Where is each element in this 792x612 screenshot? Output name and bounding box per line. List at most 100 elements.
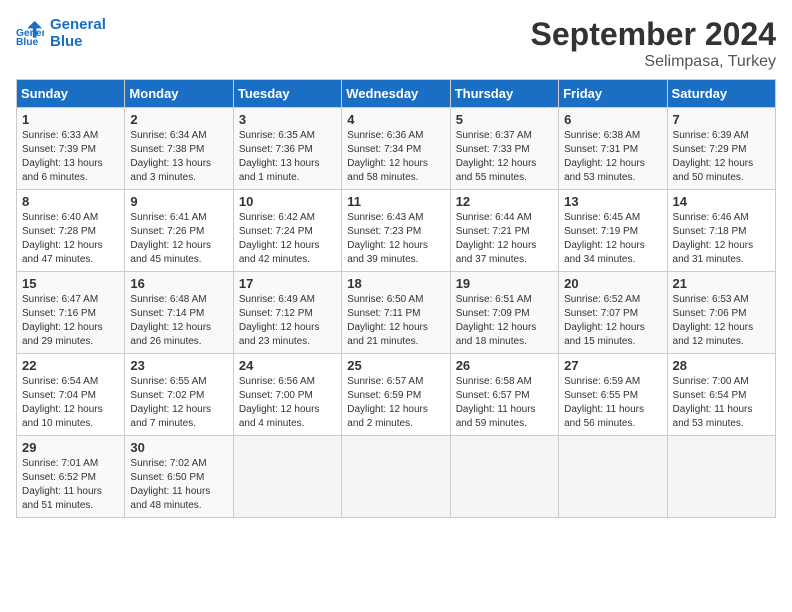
logo: General Blue General Blue [16,16,106,51]
calendar-cell: 22 Sunrise: 6:54 AM Sunset: 7:04 PM Dayl… [17,354,125,436]
calendar-cell: 2 Sunrise: 6:34 AM Sunset: 7:38 PM Dayli… [125,108,233,190]
day-info: Sunrise: 6:58 AM Sunset: 6:57 PM Dayligh… [456,375,553,431]
day-number: 25 [347,358,444,373]
day-info: Sunrise: 6:37 AM Sunset: 7:33 PM Dayligh… [456,129,553,185]
calendar-cell: 20 Sunrise: 6:52 AM Sunset: 7:07 PM Dayl… [559,272,667,354]
day-info: Sunrise: 6:33 AM Sunset: 7:39 PM Dayligh… [22,129,119,185]
day-info: Sunrise: 6:36 AM Sunset: 7:34 PM Dayligh… [347,129,444,185]
day-info: Sunrise: 7:02 AM Sunset: 6:50 PM Dayligh… [130,457,227,513]
calendar-cell: 15 Sunrise: 6:47 AM Sunset: 7:16 PM Dayl… [17,272,125,354]
day-number: 22 [22,358,119,373]
day-info: Sunrise: 6:50 AM Sunset: 7:11 PM Dayligh… [347,293,444,349]
calendar-cell: 27 Sunrise: 6:59 AM Sunset: 6:55 PM Dayl… [559,354,667,436]
day-number: 29 [22,440,119,455]
day-number: 2 [130,112,227,127]
day-info: Sunrise: 6:41 AM Sunset: 7:26 PM Dayligh… [130,211,227,267]
day-number: 9 [130,194,227,209]
calendar-cell: 21 Sunrise: 6:53 AM Sunset: 7:06 PM Dayl… [667,272,775,354]
day-number: 23 [130,358,227,373]
day-info: Sunrise: 6:40 AM Sunset: 7:28 PM Dayligh… [22,211,119,267]
day-info: Sunrise: 6:38 AM Sunset: 7:31 PM Dayligh… [564,129,661,185]
weekday-friday: Friday [559,80,667,108]
day-info: Sunrise: 6:44 AM Sunset: 7:21 PM Dayligh… [456,211,553,267]
calendar-cell [233,436,341,518]
calendar-cell: 29 Sunrise: 7:01 AM Sunset: 6:52 PM Dayl… [17,436,125,518]
day-info: Sunrise: 6:51 AM Sunset: 7:09 PM Dayligh… [456,293,553,349]
day-number: 19 [456,276,553,291]
calendar-cell: 4 Sunrise: 6:36 AM Sunset: 7:34 PM Dayli… [342,108,450,190]
calendar-cell: 14 Sunrise: 6:46 AM Sunset: 7:18 PM Dayl… [667,190,775,272]
calendar-cell: 10 Sunrise: 6:42 AM Sunset: 7:24 PM Dayl… [233,190,341,272]
day-info: Sunrise: 7:01 AM Sunset: 6:52 PM Dayligh… [22,457,119,513]
calendar-table: SundayMondayTuesdayWednesdayThursdayFrid… [16,79,776,518]
day-number: 18 [347,276,444,291]
day-number: 17 [239,276,336,291]
weekday-header-row: SundayMondayTuesdayWednesdayThursdayFrid… [17,80,776,108]
day-number: 7 [673,112,770,127]
day-info: Sunrise: 6:59 AM Sunset: 6:55 PM Dayligh… [564,375,661,431]
day-number: 10 [239,194,336,209]
day-number: 3 [239,112,336,127]
day-number: 8 [22,194,119,209]
calendar-cell: 26 Sunrise: 6:58 AM Sunset: 6:57 PM Dayl… [450,354,558,436]
calendar-cell: 17 Sunrise: 6:49 AM Sunset: 7:12 PM Dayl… [233,272,341,354]
calendar-cell: 30 Sunrise: 7:02 AM Sunset: 6:50 PM Dayl… [125,436,233,518]
calendar-cell: 9 Sunrise: 6:41 AM Sunset: 7:26 PM Dayli… [125,190,233,272]
weekday-saturday: Saturday [667,80,775,108]
calendar-cell: 24 Sunrise: 6:56 AM Sunset: 7:00 PM Dayl… [233,354,341,436]
day-info: Sunrise: 6:54 AM Sunset: 7:04 PM Dayligh… [22,375,119,431]
day-info: Sunrise: 6:55 AM Sunset: 7:02 PM Dayligh… [130,375,227,431]
calendar-cell: 19 Sunrise: 6:51 AM Sunset: 7:09 PM Dayl… [450,272,558,354]
calendar-cell: 25 Sunrise: 6:57 AM Sunset: 6:59 PM Dayl… [342,354,450,436]
calendar-cell: 16 Sunrise: 6:48 AM Sunset: 7:14 PM Dayl… [125,272,233,354]
day-info: Sunrise: 6:57 AM Sunset: 6:59 PM Dayligh… [347,375,444,431]
weekday-tuesday: Tuesday [233,80,341,108]
calendar-cell: 6 Sunrise: 6:38 AM Sunset: 7:31 PM Dayli… [559,108,667,190]
calendar-cell: 3 Sunrise: 6:35 AM Sunset: 7:36 PM Dayli… [233,108,341,190]
week-row-1: 1 Sunrise: 6:33 AM Sunset: 7:39 PM Dayli… [17,108,776,190]
svg-text:Blue: Blue [16,37,39,47]
day-info: Sunrise: 6:53 AM Sunset: 7:06 PM Dayligh… [673,293,770,349]
calendar-body: 1 Sunrise: 6:33 AM Sunset: 7:39 PM Dayli… [17,108,776,518]
day-number: 4 [347,112,444,127]
day-number: 5 [456,112,553,127]
day-number: 6 [564,112,661,127]
month-title: September 2024 [531,16,776,53]
day-info: Sunrise: 6:45 AM Sunset: 7:19 PM Dayligh… [564,211,661,267]
calendar-cell: 8 Sunrise: 6:40 AM Sunset: 7:28 PM Dayli… [17,190,125,272]
calendar-cell: 7 Sunrise: 6:39 AM Sunset: 7:29 PM Dayli… [667,108,775,190]
day-info: Sunrise: 6:52 AM Sunset: 7:07 PM Dayligh… [564,293,661,349]
day-info: Sunrise: 6:43 AM Sunset: 7:23 PM Dayligh… [347,211,444,267]
day-info: Sunrise: 6:46 AM Sunset: 7:18 PM Dayligh… [673,211,770,267]
weekday-thursday: Thursday [450,80,558,108]
title-block: September 2024 Selimpasa, Turkey [531,16,776,71]
calendar-cell [342,436,450,518]
day-info: Sunrise: 6:47 AM Sunset: 7:16 PM Dayligh… [22,293,119,349]
week-row-3: 15 Sunrise: 6:47 AM Sunset: 7:16 PM Dayl… [17,272,776,354]
day-info: Sunrise: 6:35 AM Sunset: 7:36 PM Dayligh… [239,129,336,185]
day-info: Sunrise: 6:42 AM Sunset: 7:24 PM Dayligh… [239,211,336,267]
logo-text: General Blue [50,16,106,51]
day-info: Sunrise: 6:39 AM Sunset: 7:29 PM Dayligh… [673,129,770,185]
weekday-monday: Monday [125,80,233,108]
day-number: 27 [564,358,661,373]
day-number: 24 [239,358,336,373]
weekday-sunday: Sunday [17,80,125,108]
day-info: Sunrise: 7:00 AM Sunset: 6:54 PM Dayligh… [673,375,770,431]
week-row-2: 8 Sunrise: 6:40 AM Sunset: 7:28 PM Dayli… [17,190,776,272]
calendar-cell: 18 Sunrise: 6:50 AM Sunset: 7:11 PM Dayl… [342,272,450,354]
day-number: 14 [673,194,770,209]
day-number: 15 [22,276,119,291]
week-row-4: 22 Sunrise: 6:54 AM Sunset: 7:04 PM Dayl… [17,354,776,436]
calendar-cell: 28 Sunrise: 7:00 AM Sunset: 6:54 PM Dayl… [667,354,775,436]
calendar-cell [667,436,775,518]
day-number: 1 [22,112,119,127]
calendar-cell: 1 Sunrise: 6:33 AM Sunset: 7:39 PM Dayli… [17,108,125,190]
day-number: 12 [456,194,553,209]
day-info: Sunrise: 6:34 AM Sunset: 7:38 PM Dayligh… [130,129,227,185]
calendar-cell: 5 Sunrise: 6:37 AM Sunset: 7:33 PM Dayli… [450,108,558,190]
day-number: 26 [456,358,553,373]
day-number: 16 [130,276,227,291]
week-row-5: 29 Sunrise: 7:01 AM Sunset: 6:52 PM Dayl… [17,436,776,518]
logo-icon: General Blue [16,19,44,47]
